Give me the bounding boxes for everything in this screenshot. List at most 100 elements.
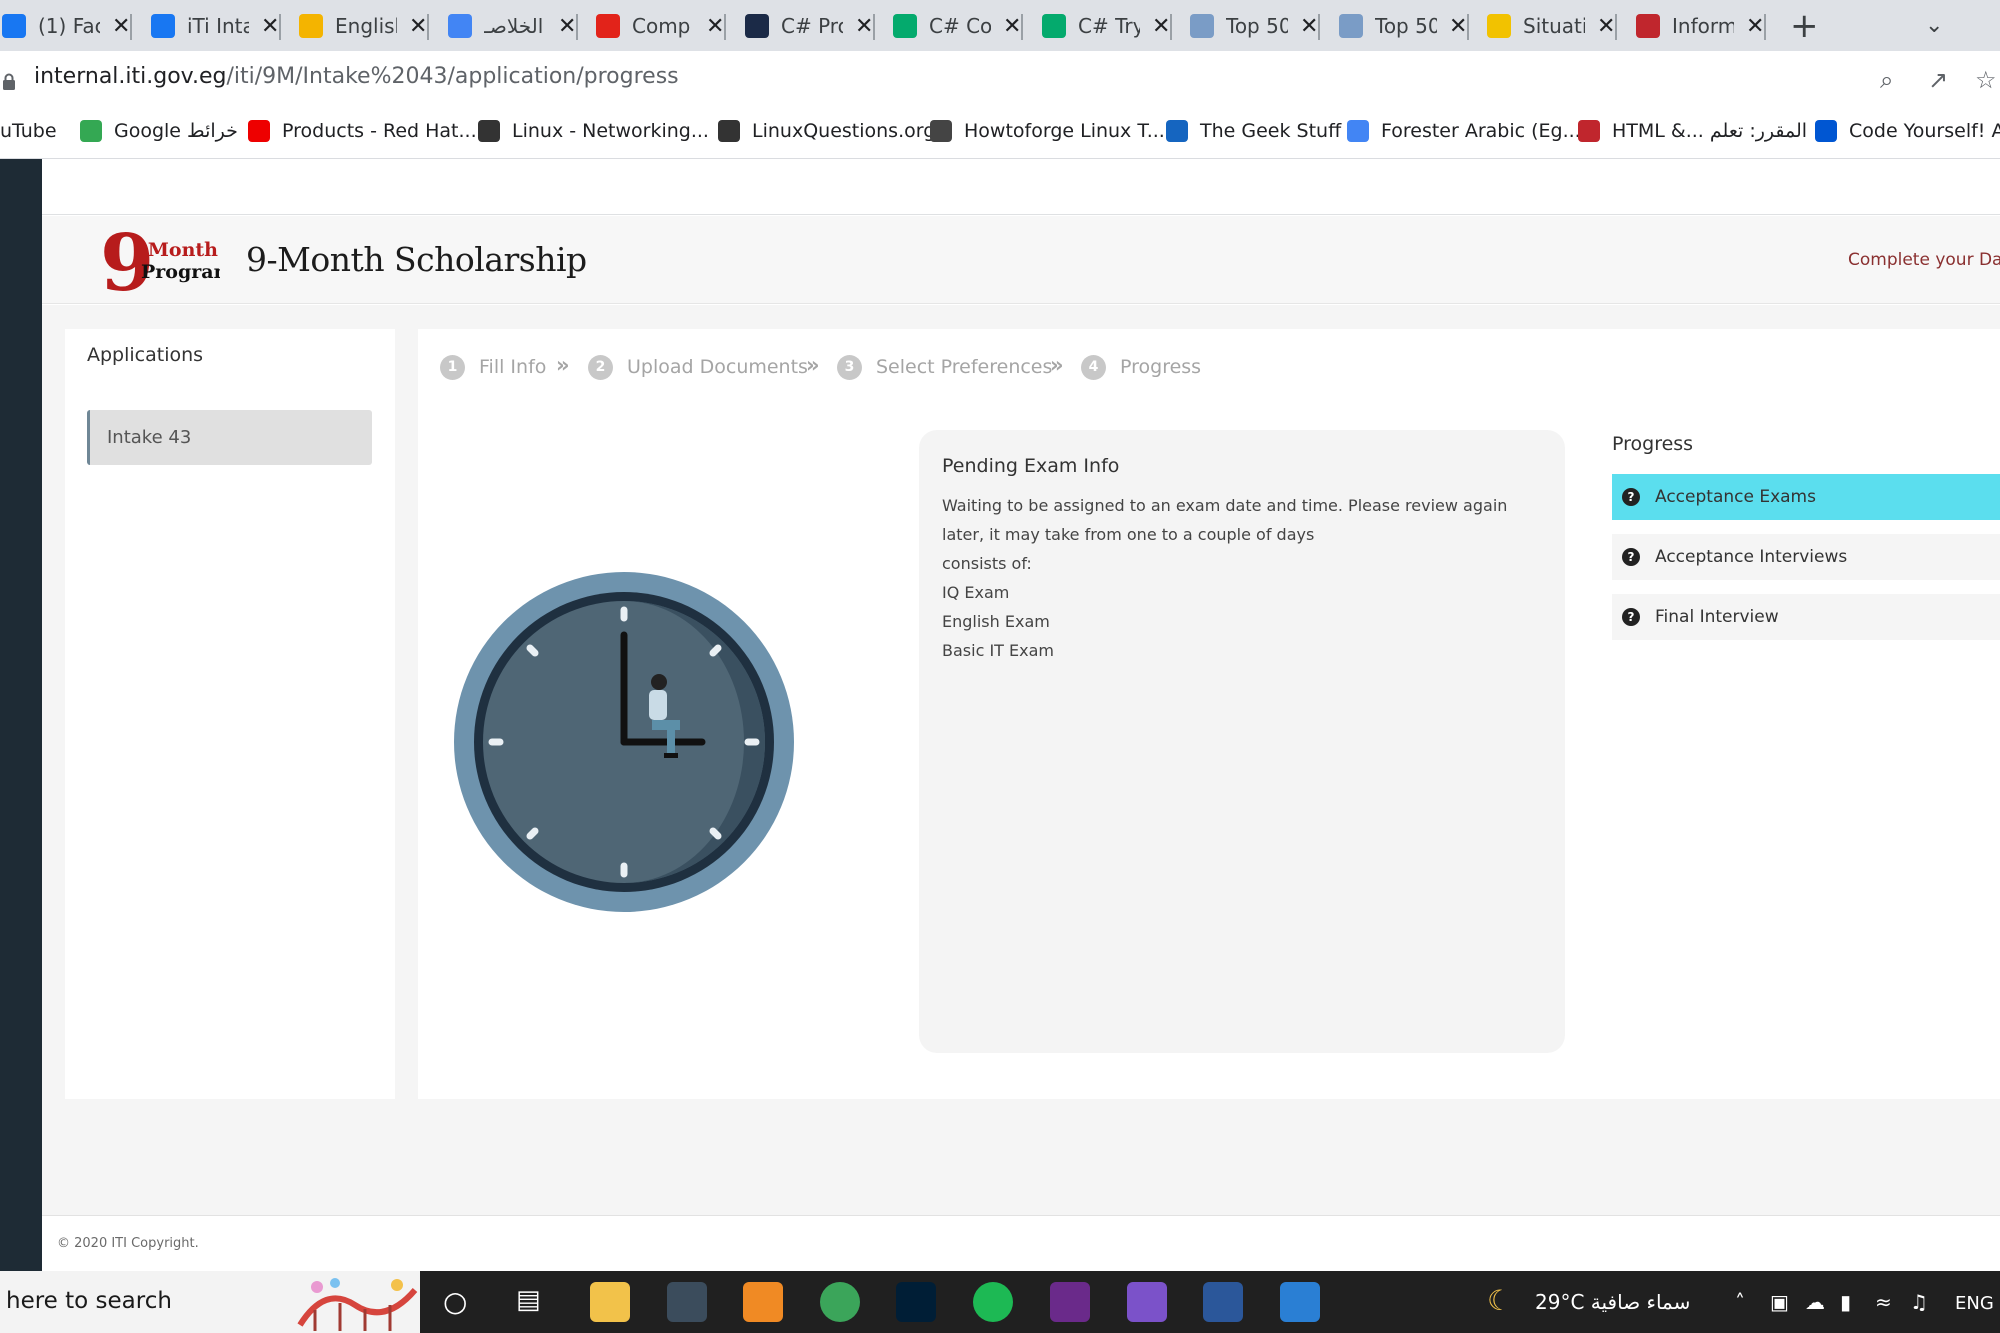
- browser-tab[interactable]: iTi Inta ✕: [141, 6, 282, 46]
- url-path: /iti/9M/Intake%2043/application/progress: [226, 64, 679, 89]
- step-number: 1: [440, 354, 465, 380]
- progress-item-final-interview[interactable]: ? Final Interview: [1612, 594, 2000, 640]
- browser-tab[interactable]: Comp ✕: [586, 6, 727, 46]
- photos-icon[interactable]: [1280, 1282, 1320, 1322]
- info-line: consists of:: [942, 554, 1032, 573]
- close-tab-icon[interactable]: ✕: [1152, 14, 1170, 39]
- new-tab-button[interactable]: +: [1790, 6, 1819, 46]
- step-fill-info[interactable]: 1 Fill Info: [440, 354, 546, 380]
- zoom-icon[interactable]: ⌕: [1880, 66, 1893, 94]
- close-tab-icon[interactable]: ✕: [855, 14, 873, 39]
- browser-tab[interactable]: C# Co ✕: [883, 6, 1024, 46]
- close-tab-icon[interactable]: ✕: [1746, 14, 1764, 39]
- step-upload-documents[interactable]: 2 Upload Documents: [588, 354, 808, 380]
- file-explorer-icon[interactable]: [590, 1282, 630, 1322]
- sf-icon: [745, 14, 769, 38]
- step-progress[interactable]: 4 Progress: [1081, 354, 1201, 380]
- tab-title: Top 50: [1226, 14, 1288, 38]
- exam-info-title: Pending Exam Info: [942, 455, 1120, 477]
- progress-item-acceptance-exams[interactable]: ? Acceptance Exams: [1612, 474, 2000, 520]
- bookmark-label: Code Yourself! An: [1849, 120, 2000, 142]
- browser-tab[interactable]: الخلاصـ ✕: [438, 6, 579, 46]
- tab-title: Situati: [1523, 14, 1585, 38]
- info-line: English Exam: [942, 612, 1050, 631]
- browser-tab[interactable]: Top 50 ✕: [1180, 6, 1321, 46]
- browser-tab[interactable]: English ✕: [289, 6, 430, 46]
- complete-data-link[interactable]: Complete your Dat: [1848, 250, 2000, 270]
- meet-now-icon[interactable]: ▣: [1770, 1290, 1789, 1314]
- close-tab-icon[interactable]: ✕: [261, 14, 279, 39]
- spotify-icon[interactable]: [973, 1282, 1013, 1322]
- info-line: Basic IT Exam: [942, 641, 1054, 660]
- bookmark-label: Google خرائط: [114, 120, 238, 142]
- language-indicator[interactable]: ENG: [1955, 1293, 1994, 1314]
- google-docs-icon: [448, 14, 472, 38]
- bookmark-label: HTML &... المقرر: تعلم: [1612, 120, 1808, 142]
- battery-icon[interactable]: ▮: [1840, 1290, 1851, 1314]
- google-drive-icon: [299, 14, 323, 38]
- chrome-icon[interactable]: [820, 1282, 860, 1322]
- bookmark-label: Howtoforge Linux T...: [964, 120, 1165, 142]
- word-icon[interactable]: [1203, 1282, 1243, 1322]
- step-number: 2: [588, 354, 613, 380]
- site-title: 9-Month Scholarship: [246, 240, 587, 279]
- photoshop-icon[interactable]: [896, 1282, 936, 1322]
- tray-chevron-up-icon[interactable]: ˄: [1735, 1290, 1745, 1314]
- close-tab-icon[interactable]: ✕: [112, 14, 130, 39]
- browser-tab[interactable]: Top 50 ✕: [1329, 6, 1470, 46]
- task-view-icon[interactable]: ▤: [516, 1285, 541, 1315]
- close-tab-icon[interactable]: ✕: [1597, 14, 1615, 39]
- bookmark-item[interactable]: Code Yourself! An: [1815, 116, 2000, 146]
- weather-text[interactable]: 29°C سماء صافية: [1535, 1290, 1690, 1314]
- share-icon[interactable]: ↗: [1928, 66, 1948, 94]
- progress-item-acceptance-interviews[interactable]: ? Acceptance Interviews: [1612, 534, 2000, 580]
- bookmark-item[interactable]: Linux - Networking...: [478, 116, 709, 146]
- wifi-icon[interactable]: ≈: [1875, 1290, 1892, 1314]
- bookmark-item[interactable]: uTube: [0, 116, 57, 146]
- virtualbox-icon[interactable]: [743, 1282, 783, 1322]
- browser-tab[interactable]: C# Pro ✕: [735, 6, 876, 46]
- bookmark-item[interactable]: LinuxQuestions.org: [718, 116, 935, 146]
- step-select-preferences[interactable]: 3 Select Preferences: [837, 354, 1052, 380]
- pdf-app-icon[interactable]: [1050, 1282, 1090, 1322]
- close-tab-icon[interactable]: ✕: [706, 14, 724, 39]
- tab-divider: [873, 14, 876, 40]
- bookmark-star-icon[interactable]: ☆: [1975, 66, 1997, 94]
- question-circle-icon: ?: [1622, 608, 1640, 626]
- browser-tab[interactable]: C# Try ✕: [1032, 6, 1173, 46]
- tab-title: English: [335, 14, 397, 38]
- lock-icon[interactable]: [2, 73, 16, 91]
- cortana-icon[interactable]: ○: [443, 1285, 467, 1318]
- bookmark-item[interactable]: The Geek Stuff: [1166, 116, 1341, 146]
- bookmark-item[interactable]: Forester Arabic (Eg...: [1347, 116, 1581, 146]
- close-tab-icon[interactable]: ✕: [558, 14, 576, 39]
- snipping-tool-icon[interactable]: [667, 1282, 707, 1322]
- step-label: Fill Info: [479, 356, 547, 378]
- url-field[interactable]: internal.iti.gov.eg/iti/9M/Intake%2043/a…: [34, 64, 679, 89]
- visual-studio-icon[interactable]: [1127, 1282, 1167, 1322]
- bookmark-item[interactable]: HTML &... المقرر: تعلم: [1578, 116, 1807, 146]
- volume-icon[interactable]: ♫: [1910, 1290, 1928, 1314]
- close-tab-icon[interactable]: ✕: [1449, 14, 1467, 39]
- bookmark-item[interactable]: Products - Red Hat...: [248, 116, 477, 146]
- google-maps-icon: [80, 120, 102, 142]
- close-tab-icon[interactable]: ✕: [1003, 14, 1021, 39]
- footer: [42, 1215, 2000, 1271]
- browser-tab[interactable]: (1) Fac ✕: [0, 6, 133, 46]
- browser-tab[interactable]: Situati ✕: [1477, 6, 1618, 46]
- bookmark-item[interactable]: Google خرائط: [80, 116, 238, 146]
- onedrive-icon[interactable]: ☁: [1805, 1290, 1825, 1314]
- close-tab-icon[interactable]: ✕: [1300, 14, 1318, 39]
- step-label: Progress: [1120, 356, 1202, 378]
- tab-title: Comp: [632, 14, 691, 38]
- sidebar-item-intake[interactable]: Intake 43: [87, 410, 372, 465]
- tab-search-chevron-icon[interactable]: ⌄: [1925, 6, 1943, 46]
- logo[interactable]: 9 -Month Program: [100, 224, 220, 296]
- bookmark-item[interactable]: Howtoforge Linux T...: [930, 116, 1165, 146]
- tab-divider: [1615, 14, 1618, 40]
- logo-word-month: -Month: [140, 239, 218, 261]
- browser-tab[interactable]: Inform ✕: [1626, 6, 1767, 46]
- w3schools-icon: [893, 14, 917, 38]
- close-tab-icon[interactable]: ✕: [409, 14, 427, 39]
- top-band: [42, 159, 2000, 215]
